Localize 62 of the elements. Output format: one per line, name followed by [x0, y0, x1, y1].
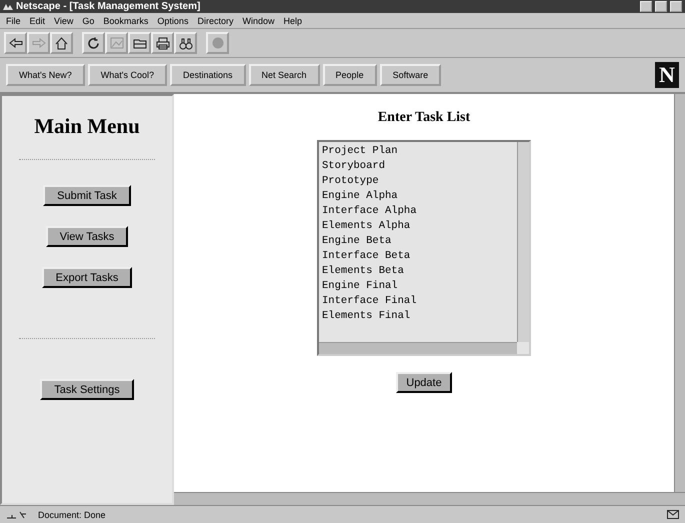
- menu-item[interactable]: Window: [242, 16, 274, 26]
- directory-button[interactable]: Software: [380, 64, 442, 86]
- printer-icon: [156, 36, 170, 50]
- house-icon: [55, 36, 68, 50]
- toolbar-button[interactable]: [151, 32, 174, 54]
- menu-button[interactable]: View Tasks: [46, 226, 128, 247]
- toolbar-button[interactable]: [4, 32, 27, 54]
- directory-button[interactable]: What's New?: [6, 64, 85, 86]
- update-button[interactable]: Update: [396, 372, 452, 393]
- binoculars-icon: [178, 36, 192, 50]
- stop-icon: [212, 37, 224, 49]
- status-text: Document: Done: [38, 510, 107, 520]
- menu-item[interactable]: Go: [82, 16, 94, 26]
- logo: N: [655, 62, 679, 88]
- task-list-field[interactable]: Project Plan Storyboard Prototype Engine Alpha Interface Alpha Elements Alpha Engine Beta Interface Beta Elements Beta Engine Final Interface Final Elements Final: [317, 140, 531, 356]
- task-item: Engine Final: [322, 279, 399, 294]
- task-item: Storyboard: [322, 159, 386, 174]
- scrollbar[interactable]: [517, 142, 529, 342]
- menu-item[interactable]: Directory: [197, 16, 234, 26]
- task-item: Project Plan: [322, 144, 399, 159]
- scrollbar[interactable]: [674, 94, 685, 492]
- page-title: Enter Task List: [378, 110, 470, 126]
- window-title: Netscape - [Task Management System]: [16, 1, 202, 12]
- toolbar-button[interactable]: [128, 32, 151, 54]
- maximize-button[interactable]: [655, 1, 667, 12]
- minimize-button[interactable]: [640, 1, 652, 12]
- toolbar-button[interactable]: [82, 32, 105, 54]
- app-icon: [3, 2, 13, 10]
- close-button[interactable]: [670, 1, 682, 12]
- left-arrow-icon: [8, 38, 22, 48]
- menu-item[interactable]: Bookmarks: [103, 16, 148, 26]
- menu-item[interactable]: View: [54, 16, 74, 26]
- menu-item[interactable]: Edit: [30, 16, 46, 26]
- task-item: Interface Beta: [322, 249, 412, 264]
- sidebar-title: Main Menu: [34, 114, 140, 139]
- directory-button[interactable]: Net Search: [248, 64, 320, 86]
- task-item: Prototype: [322, 174, 380, 189]
- mail-icon: [667, 510, 679, 519]
- menu-button[interactable]: Export Tasks: [42, 267, 132, 288]
- directory-button[interactable]: People: [322, 64, 377, 86]
- task-item: Elements Final: [322, 309, 412, 324]
- menu-item[interactable]: File: [6, 16, 21, 26]
- right-arrow-icon: [32, 38, 46, 48]
- scrollbar[interactable]: [319, 342, 517, 354]
- menu-item[interactable]: Options: [157, 16, 188, 26]
- task-item: Elements Beta: [322, 264, 405, 279]
- settings-button[interactable]: Task Settings: [40, 379, 134, 400]
- folder-icon: [132, 37, 146, 49]
- reload-icon: [87, 36, 100, 50]
- toolbar-button[interactable]: [174, 32, 197, 54]
- task-item: Interface Alpha: [322, 204, 418, 219]
- task-item: Elements Alpha: [322, 219, 412, 234]
- menu-item[interactable]: Help: [283, 16, 302, 26]
- directory-button[interactable]: Destinations: [170, 64, 246, 86]
- toolbar-button[interactable]: [50, 32, 73, 54]
- task-item: Engine Beta: [322, 234, 392, 249]
- task-item: Interface Final: [322, 294, 418, 309]
- image-icon: [110, 37, 124, 49]
- task-item: Engine Alpha: [322, 189, 399, 204]
- directory-button[interactable]: What's Cool?: [88, 64, 167, 86]
- scrollbar[interactable]: [174, 492, 685, 505]
- menu-button[interactable]: Submit Task: [43, 185, 131, 206]
